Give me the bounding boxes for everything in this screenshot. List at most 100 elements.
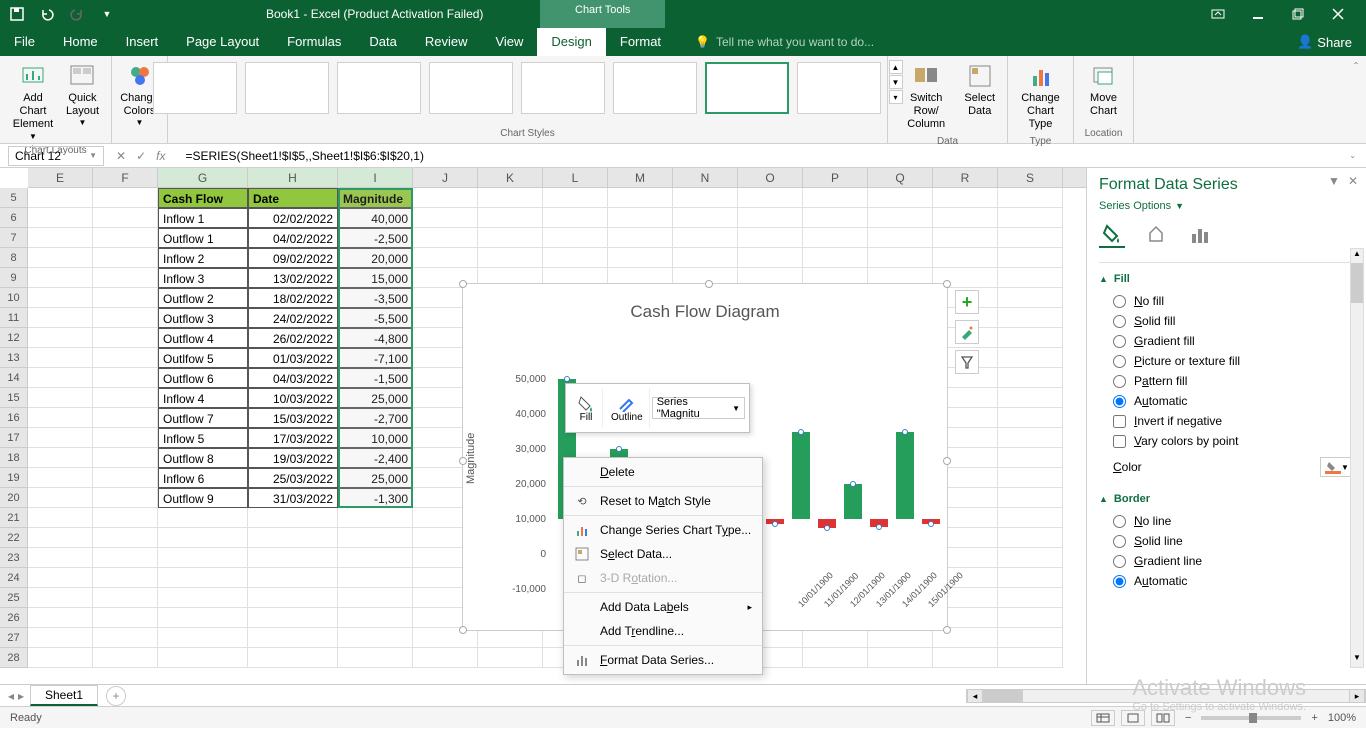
cell-S27[interactable] bbox=[998, 628, 1063, 648]
cell-H27[interactable] bbox=[248, 628, 338, 648]
cell-F28[interactable] bbox=[93, 648, 158, 668]
ctx-select-data[interactable]: Select Data... bbox=[564, 542, 762, 566]
cell-F18[interactable] bbox=[93, 448, 158, 468]
cell-S8[interactable] bbox=[998, 248, 1063, 268]
cell-I24[interactable] bbox=[338, 568, 413, 588]
cell-H24[interactable] bbox=[248, 568, 338, 588]
formula-expand-icon[interactable]: ⌄ bbox=[1339, 151, 1366, 160]
cell-S20[interactable] bbox=[998, 488, 1063, 508]
cell-E14[interactable] bbox=[28, 368, 93, 388]
cell-E25[interactable] bbox=[28, 588, 93, 608]
cell-F24[interactable] bbox=[93, 568, 158, 588]
cell-F27[interactable] bbox=[93, 628, 158, 648]
cell-I21[interactable] bbox=[338, 508, 413, 528]
cell-H6[interactable]: 02/02/2022 bbox=[248, 208, 338, 228]
cell-P28[interactable] bbox=[803, 648, 868, 668]
cell-P5[interactable] bbox=[803, 188, 868, 208]
cell-K28[interactable] bbox=[478, 648, 543, 668]
pattern-fill-radio[interactable]: Pattern fill bbox=[1099, 371, 1354, 391]
tab-home[interactable]: Home bbox=[49, 28, 112, 56]
cell-I13[interactable]: -7,100 bbox=[338, 348, 413, 368]
cell-E10[interactable] bbox=[28, 288, 93, 308]
cell-G24[interactable] bbox=[158, 568, 248, 588]
pane-scrollbar[interactable]: ▲ ▼ bbox=[1350, 248, 1364, 668]
row-header-11[interactable]: 11 bbox=[0, 308, 28, 328]
cell-E8[interactable] bbox=[28, 248, 93, 268]
series-options-tab-icon[interactable] bbox=[1187, 222, 1213, 248]
cell-G7[interactable]: Outflow 1 bbox=[158, 228, 248, 248]
cell-H11[interactable]: 24/02/2022 bbox=[248, 308, 338, 328]
row-header-23[interactable]: 23 bbox=[0, 548, 28, 568]
col-header-H[interactable]: H bbox=[248, 168, 338, 187]
tab-view[interactable]: View bbox=[481, 28, 537, 56]
row-header-21[interactable]: 21 bbox=[0, 508, 28, 528]
col-header-G[interactable]: G bbox=[158, 168, 248, 187]
ctx-delete[interactable]: Delete bbox=[564, 460, 762, 484]
chart-style-4[interactable] bbox=[429, 62, 513, 114]
chart-styles-button[interactable] bbox=[955, 320, 979, 344]
cell-F19[interactable] bbox=[93, 468, 158, 488]
sheet-nav-next[interactable]: ▸ bbox=[18, 689, 24, 703]
cell-H20[interactable]: 31/03/2022 bbox=[248, 488, 338, 508]
cell-S5[interactable] bbox=[998, 188, 1063, 208]
cell-N8[interactable] bbox=[673, 248, 738, 268]
cell-I22[interactable] bbox=[338, 528, 413, 548]
col-header-R[interactable]: R bbox=[933, 168, 998, 187]
row-header-18[interactable]: 18 bbox=[0, 448, 28, 468]
normal-view-button[interactable] bbox=[1091, 710, 1115, 726]
chart-style-6[interactable] bbox=[613, 62, 697, 114]
add-sheet-button[interactable]: + bbox=[106, 686, 126, 706]
minimize-icon[interactable] bbox=[1248, 4, 1268, 24]
cell-J5[interactable] bbox=[413, 188, 478, 208]
cell-S25[interactable] bbox=[998, 588, 1063, 608]
mini-outline-button[interactable]: Outline bbox=[605, 388, 650, 428]
cell-F8[interactable] bbox=[93, 248, 158, 268]
cell-E5[interactable] bbox=[28, 188, 93, 208]
cell-K27[interactable] bbox=[478, 628, 543, 648]
cell-I15[interactable]: 25,000 bbox=[338, 388, 413, 408]
enter-formula-icon[interactable]: ✓ bbox=[136, 149, 146, 163]
cell-M8[interactable] bbox=[608, 248, 673, 268]
cell-P27[interactable] bbox=[803, 628, 868, 648]
cell-E17[interactable] bbox=[28, 428, 93, 448]
cell-Q27[interactable] bbox=[868, 628, 933, 648]
row-header-8[interactable]: 8 bbox=[0, 248, 28, 268]
mini-fill-button[interactable]: Fill bbox=[570, 388, 603, 428]
cell-I14[interactable]: -1,500 bbox=[338, 368, 413, 388]
col-header-N[interactable]: N bbox=[673, 168, 738, 187]
select-data-button[interactable]: Select Data bbox=[960, 60, 999, 120]
switch-row-column-button[interactable]: Switch Row/ Column bbox=[896, 60, 956, 134]
zoom-level[interactable]: 100% bbox=[1328, 712, 1356, 724]
cell-I16[interactable]: -2,700 bbox=[338, 408, 413, 428]
row-header-28[interactable]: 28 bbox=[0, 648, 28, 668]
chart-style-1[interactable] bbox=[153, 62, 237, 114]
cell-E20[interactable] bbox=[28, 488, 93, 508]
tab-insert[interactable]: Insert bbox=[112, 28, 173, 56]
cell-E7[interactable] bbox=[28, 228, 93, 248]
col-header-O[interactable]: O bbox=[738, 168, 803, 187]
cell-H15[interactable]: 10/03/2022 bbox=[248, 388, 338, 408]
formula-input[interactable]: =SERIES(Sheet1!$I$5,,Sheet1!$I$6:$I$20,1… bbox=[177, 149, 1339, 163]
cell-K6[interactable] bbox=[478, 208, 543, 228]
gradient-line-radio[interactable]: Gradient line bbox=[1099, 551, 1354, 571]
row-header-25[interactable]: 25 bbox=[0, 588, 28, 608]
cell-E11[interactable] bbox=[28, 308, 93, 328]
chart-style-7[interactable] bbox=[705, 62, 789, 114]
cell-J28[interactable] bbox=[413, 648, 478, 668]
cell-J8[interactable] bbox=[413, 248, 478, 268]
mini-series-dropdown[interactable]: Series "Magnitu▼ bbox=[652, 397, 745, 419]
automatic-line-radio[interactable]: Automatic bbox=[1099, 571, 1354, 591]
cell-H16[interactable]: 15/03/2022 bbox=[248, 408, 338, 428]
cell-G18[interactable]: Outflow 8 bbox=[158, 448, 248, 468]
cell-F14[interactable] bbox=[93, 368, 158, 388]
horizontal-scrollbar[interactable]: ◂ ▸ bbox=[966, 689, 1366, 703]
cell-R5[interactable] bbox=[933, 188, 998, 208]
cell-F23[interactable] bbox=[93, 548, 158, 568]
cell-S11[interactable] bbox=[998, 308, 1063, 328]
cell-P8[interactable] bbox=[803, 248, 868, 268]
cell-H17[interactable]: 17/03/2022 bbox=[248, 428, 338, 448]
chart-style-8[interactable] bbox=[797, 62, 881, 114]
tab-formulas[interactable]: Formulas bbox=[273, 28, 355, 56]
cell-G23[interactable] bbox=[158, 548, 248, 568]
pane-close-icon[interactable]: ✕ bbox=[1348, 174, 1358, 188]
